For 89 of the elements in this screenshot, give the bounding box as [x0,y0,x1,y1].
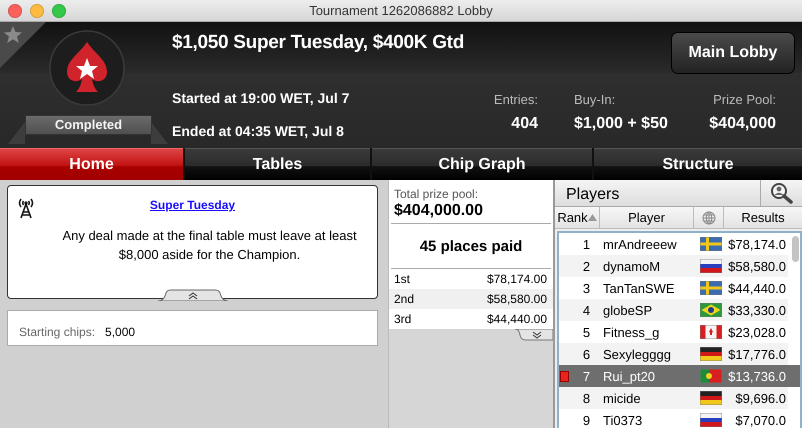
antenna-icon [17,197,35,219]
player-row[interactable]: 4 globeSP $33,330.0 [559,299,788,321]
star-icon[interactable] [4,26,22,43]
close-button[interactable] [8,4,22,18]
stat-value: 404 [511,115,538,133]
result-cell-text: $17,776.0 [727,346,787,362]
players-title: Players [565,185,620,205]
player-name: TanTanSWE [602,280,676,296]
ribbon-fold [151,122,168,144]
rank-cell-text: 6 [582,346,592,362]
flag-icon [700,259,722,273]
result-cell-text: $9,696.0 [734,390,787,406]
prize-pool-value: $404,000.00 [394,202,484,220]
flag-icon [700,237,722,251]
player-row[interactable]: 6 Sexylegggg $17,776.0 [559,343,788,365]
corner-tab [0,22,46,68]
result-cell-text: $7,070.0 [734,412,787,428]
flag-icon [700,413,722,427]
status-ribbon: Completed [25,115,152,135]
tab[interactable]: Chip Graph [372,148,592,180]
rank-cell-text: 7 [582,368,592,384]
sort-arrow-icon [588,214,597,221]
column-header[interactable]: Player [628,210,665,225]
field-label: Starting chips: [19,325,96,339]
globe-icon[interactable] [702,210,716,224]
result-cell-text: $44,440.0 [727,280,787,296]
rank-cell-text: 4 [582,302,592,318]
search-icon [770,182,794,204]
place-label: 1st [394,272,410,286]
stat-label: Prize Pool: [713,92,776,107]
result-cell-text: $58,580.0 [727,258,787,274]
player-name: Fitness_g [602,324,660,340]
zoom-button[interactable] [52,4,66,18]
rank-cell-text: 1 [582,236,592,252]
flag-icon [700,281,722,295]
flag-icon [700,391,722,405]
column-header[interactable]: Results [741,210,785,225]
minimize-button[interactable] [30,4,44,18]
collapse-handle[interactable] [158,289,228,301]
end-time: Ended at 04:35 WET, Jul 8 [172,123,344,139]
player-name: globeSP [602,302,654,318]
current-player-marker [560,371,569,382]
result-cell-text: $33,330.0 [727,302,787,318]
scrollbar-thumb[interactable] [792,236,799,262]
rank-cell-text: 5 [582,324,592,340]
tab[interactable]: Home [0,148,183,180]
player-name: micide [602,390,642,406]
prize-pool-label: Total prize pool: [394,187,480,201]
notice-text: Any deal made at the final table must leave at least $8,000 aside for the Champion. [61,227,358,264]
result-cell-text: $23,028.0 [727,324,787,340]
flag-icon [700,347,722,361]
start-time: Started at 19:00 WET, Jul 7 [172,90,350,106]
player-row[interactable]: 2 dynamoM $58,580.0 [559,255,788,277]
player-name: Sexylegggg [602,346,672,362]
rank-cell-text: 9 [582,412,592,428]
player-name: Ti0373 [602,412,644,428]
column-header[interactable]: Rank [557,210,588,225]
tab[interactable]: Structure [594,148,802,180]
field-value: 5,000 [105,325,136,339]
prize-amount: $44,440.00 [486,312,547,326]
stat-value: $1,000 + $50 [574,115,668,133]
ribbon-fold [8,122,25,144]
stat-label: Entries: [494,92,538,107]
place-label: 2nd [394,292,414,306]
stat-value: $404,000 [709,115,776,133]
player-row[interactable]: 7 Rui_pt20 $13,736.0 [559,365,800,387]
notice-link[interactable]: Super Tuesday [150,198,236,212]
main-lobby-button[interactable]: Main Lobby [671,32,795,74]
places-paid: 45 places paid [391,223,551,269]
flag-icon [700,369,722,383]
player-name: Rui_pt20 [602,368,656,384]
expand-handle[interactable] [515,329,553,341]
player-name: mrAndreeew [602,236,678,252]
result-cell-text: $13,736.0 [727,368,787,384]
tab[interactable]: Tables [185,148,370,180]
window-title: Tournament 1262086882 Lobby [309,3,493,18]
prize-amount: $78,174.00 [486,272,547,286]
flag-icon [700,325,722,339]
flag-icon [700,303,722,317]
rank-cell-text: 8 [582,390,592,406]
rank-cell-text: 2 [582,258,592,274]
player-name: dynamoM [602,258,662,274]
result-cell-text: $78,174.0 [727,236,787,252]
stat-label: Buy-In: [574,92,616,107]
prize-amount: $58,580.00 [486,292,547,306]
player-row[interactable]: 8 micide $9,696.0 [559,387,788,409]
place-label: 3rd [394,312,412,326]
tournament-title: $1,050 Super Tuesday, $400K Gtd [172,32,466,55]
rank-cell-text: 3 [582,280,592,296]
